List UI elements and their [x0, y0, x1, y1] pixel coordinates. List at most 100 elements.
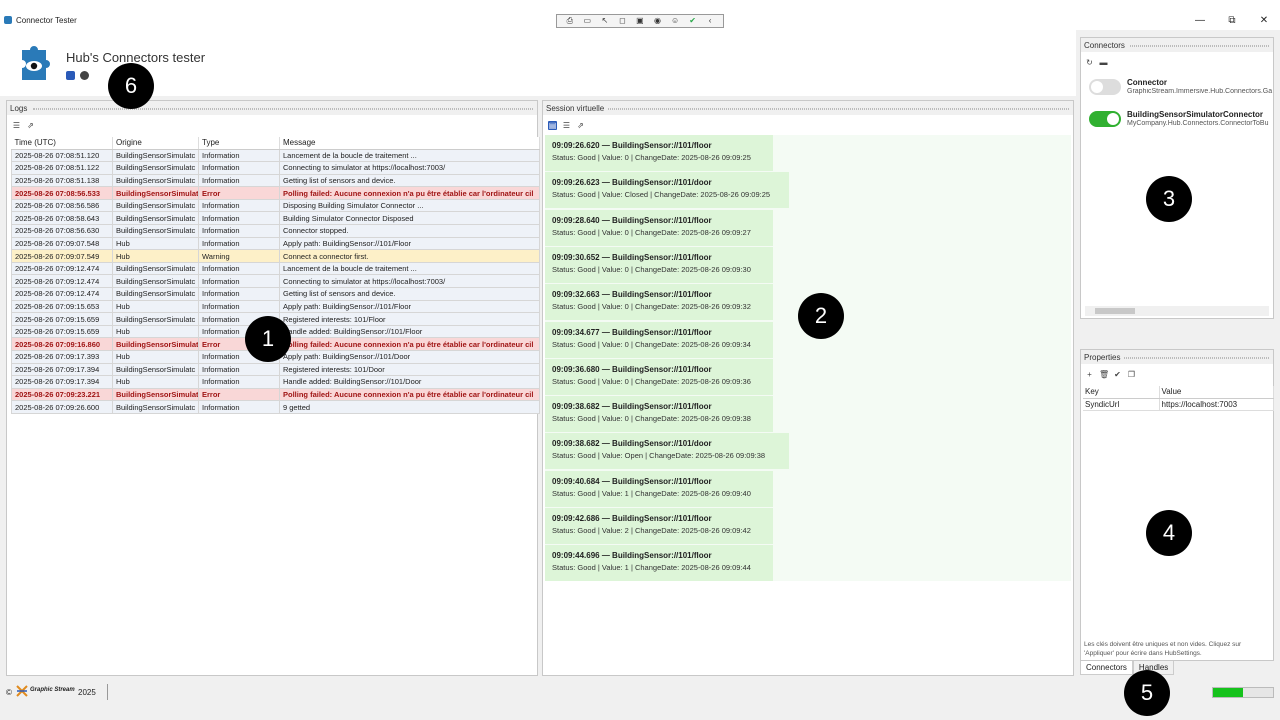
- close-button[interactable]: ✕: [1248, 14, 1280, 28]
- log-origin-cell[interactable]: BuildingSensorSimulatc: [112, 224, 199, 238]
- export-icon[interactable]: ⇗: [576, 121, 585, 130]
- log-type-cell[interactable]: Error: [198, 186, 280, 200]
- delete-icon[interactable]: 🗑: [1099, 370, 1109, 379]
- connector-toggle[interactable]: [1089, 79, 1121, 95]
- log-type-cell[interactable]: Information: [198, 161, 280, 175]
- log-time-cell[interactable]: 2025-08-26 07:09:15.659: [11, 312, 113, 326]
- log-message-cell[interactable]: Polling failed: Aucune connexion n'a pu …: [279, 337, 540, 351]
- table-row[interactable]: 2025-08-26 07:08:51.138 BuildingSensorSim…: [11, 173, 540, 188]
- log-origin-cell[interactable]: BuildingSensorSimulatc: [112, 287, 199, 301]
- log-message-cell[interactable]: Building Simulator Connector Disposed: [279, 211, 540, 226]
- table-row[interactable]: 2025-08-26 07:08:58.643 BuildingSensorSim…: [11, 211, 540, 226]
- log-origin-cell[interactable]: Hub: [112, 375, 199, 389]
- table-row[interactable]: 2025-08-26 07:09:12.474 BuildingSensorSim…: [11, 274, 540, 289]
- log-message-cell[interactable]: Registered interests: 101/Door: [279, 362, 540, 377]
- session-entry[interactable]: 09:09:42.686 — BuildingSensor://101/floo…: [545, 508, 773, 544]
- table-row[interactable]: 2025-08-26 07:09:12.474 BuildingSensorSim…: [11, 261, 540, 276]
- broadcast-icon[interactable]: ◉: [653, 16, 663, 26]
- tab-connectors[interactable]: Connectors: [1080, 661, 1133, 675]
- screen-icon[interactable]: ▣: [635, 16, 645, 26]
- log-message-cell[interactable]: Lancement de la boucle de traitement ...: [279, 261, 540, 276]
- folder-icon[interactable]: ▬: [1099, 58, 1108, 67]
- log-origin-cell[interactable]: BuildingSensorSimulatc: [112, 161, 199, 175]
- log-origin-cell[interactable]: BuildingSensorSimulat: [112, 186, 199, 200]
- log-time-cell[interactable]: 2025-08-26 07:08:56.586: [11, 198, 113, 213]
- horizontal-scrollbar[interactable]: [1085, 306, 1269, 316]
- log-type-cell[interactable]: Information: [198, 400, 280, 414]
- list-icon[interactable]: ☰: [562, 121, 571, 130]
- log-time-cell[interactable]: 2025-08-26 07:08:56.630: [11, 224, 113, 238]
- log-message-cell[interactable]: Polling failed: Aucune connexion n'a pu …: [279, 387, 540, 402]
- session-entry[interactable]: 09:09:30.652 — BuildingSensor://101/floo…: [545, 246, 773, 283]
- column-header[interactable]: Time (UTC): [11, 137, 113, 150]
- session-entry[interactable]: 09:09:26.623 — BuildingSensor://101/door…: [545, 172, 789, 209]
- table-row[interactable]: 2025-08-26 07:09:17.394 BuildingSensorSim…: [11, 362, 540, 377]
- log-type-cell[interactable]: Information: [198, 375, 280, 389]
- log-time-cell[interactable]: 2025-08-26 07:09:15.653: [11, 299, 113, 314]
- connector-toggle[interactable]: [1089, 111, 1121, 127]
- apply-icon[interactable]: ✔: [1113, 370, 1122, 379]
- column-header[interactable]: Value: [1159, 386, 1274, 399]
- log-message-cell[interactable]: Lancement de la boucle de traitement ...: [279, 148, 540, 163]
- add-icon[interactable]: +: [1085, 370, 1094, 379]
- log-time-cell[interactable]: 2025-08-26 07:08:56.533: [11, 186, 113, 200]
- table-row[interactable]: SyndicUrl https://localhost:7003: [1083, 398, 1274, 411]
- session-entry[interactable]: 09:09:38.682 — BuildingSensor://101/floo…: [545, 396, 773, 433]
- session-entry[interactable]: 09:09:26.620 — BuildingSensor://101/floo…: [545, 135, 773, 171]
- log-origin-cell[interactable]: BuildingSensorSimulatc: [112, 362, 199, 377]
- accessibility-icon[interactable]: ☺: [670, 16, 680, 26]
- log-time-cell[interactable]: 2025-08-26 07:09:23.221: [11, 387, 113, 402]
- log-time-cell[interactable]: 2025-08-26 07:09:12.474: [11, 261, 113, 276]
- list-icon[interactable]: ☰: [12, 121, 21, 130]
- panel-icon[interactable]: [66, 71, 75, 80]
- log-origin-cell[interactable]: BuildingSensorSimulatc: [112, 211, 199, 226]
- log-time-cell[interactable]: 2025-08-26 07:09:16.860: [11, 337, 113, 351]
- log-origin-cell[interactable]: BuildingSensorSimulatc: [112, 312, 199, 326]
- log-type-cell[interactable]: Information: [198, 299, 280, 314]
- session-entry[interactable]: 09:09:28.640 — BuildingSensor://101/floo…: [545, 209, 773, 246]
- log-message-cell[interactable]: Connector stopped.: [279, 224, 540, 238]
- log-time-cell[interactable]: 2025-08-26 07:08:51.120: [11, 148, 113, 163]
- log-time-cell[interactable]: 2025-08-26 07:09:17.394: [11, 362, 113, 377]
- log-origin-cell[interactable]: BuildingSensorSimulatc: [112, 148, 199, 163]
- log-type-cell[interactable]: Warning: [198, 249, 280, 263]
- table-row[interactable]: 2025-08-26 07:09:15.653 Hub Information App…: [11, 299, 540, 314]
- log-time-cell[interactable]: 2025-08-26 07:09:12.474: [11, 287, 113, 301]
- export-icon[interactable]: ⇗: [26, 121, 35, 130]
- info-icon[interactable]: [80, 71, 89, 80]
- session-entry[interactable]: 09:09:32.663 — BuildingSensor://101/floo…: [545, 284, 773, 321]
- refresh-icon[interactable]: ↻: [1085, 58, 1094, 67]
- log-origin-cell[interactable]: Hub: [112, 350, 199, 364]
- save-icon[interactable]: ▤: [548, 121, 557, 130]
- session-entry[interactable]: 09:09:38.682 — BuildingSensor://101/door…: [545, 433, 789, 470]
- log-time-cell[interactable]: 2025-08-26 07:09:26.600: [11, 400, 113, 414]
- log-type-cell[interactable]: Information: [198, 148, 280, 163]
- table-row[interactable]: 2025-08-26 07:09:07.549 Hub Warning Connect…: [11, 249, 540, 263]
- log-time-cell[interactable]: 2025-08-26 07:08:58.643: [11, 211, 113, 226]
- table-row[interactable]: 2025-08-26 07:08:51.122 BuildingSensorSim…: [11, 161, 540, 175]
- log-message-cell[interactable]: Apply path: BuildingSensor://101/Floor: [279, 299, 540, 314]
- capture-icon[interactable]: ⎙: [565, 16, 575, 26]
- log-origin-cell[interactable]: BuildingSensorSimulatc: [112, 400, 199, 414]
- property-value[interactable]: https://localhost:7003: [1159, 398, 1274, 411]
- log-type-cell[interactable]: Information: [198, 274, 280, 289]
- column-header[interactable]: Message: [279, 137, 540, 150]
- log-time-cell[interactable]: 2025-08-26 07:08:51.122: [11, 161, 113, 175]
- copy-icon[interactable]: ❐: [1127, 370, 1136, 379]
- table-row[interactable]: 2025-08-26 07:09:17.394 Hub Information Han…: [11, 375, 540, 389]
- table-row[interactable]: 2025-08-26 07:08:56.533 BuildingSensorSim…: [11, 186, 540, 200]
- session-entry[interactable]: 09:09:40.684 — BuildingSensor://101/floo…: [545, 470, 773, 507]
- log-message-cell[interactable]: Connecting to simulator at https://local…: [279, 274, 540, 289]
- session-entry[interactable]: 09:09:44.696 — BuildingSensor://101/floo…: [545, 545, 773, 582]
- log-type-cell[interactable]: Information: [198, 236, 280, 251]
- cursor-icon[interactable]: ↖: [600, 16, 610, 26]
- table-row[interactable]: 2025-08-26 07:09:26.600 BuildingSensorSim…: [11, 400, 540, 414]
- column-header[interactable]: Key: [1083, 386, 1160, 399]
- log-type-cell[interactable]: Error: [198, 387, 280, 402]
- log-time-cell[interactable]: 2025-08-26 07:09:07.548: [11, 236, 113, 251]
- log-time-cell[interactable]: 2025-08-26 07:09:15.659: [11, 324, 113, 339]
- log-type-cell[interactable]: Information: [198, 173, 280, 188]
- frame-icon[interactable]: ◻: [617, 16, 627, 26]
- session-entry[interactable]: 09:09:34.677 — BuildingSensor://101/floo…: [545, 321, 773, 358]
- log-message-cell[interactable]: Polling failed: Aucune connexion n'a pu …: [279, 186, 540, 200]
